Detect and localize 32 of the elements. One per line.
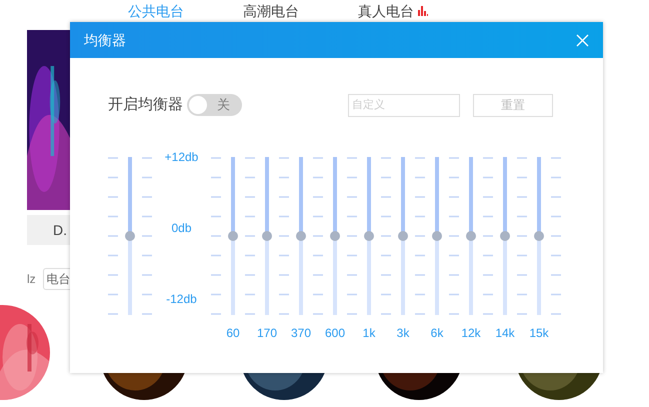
band-label: 1k [362, 325, 376, 342]
band-label: 600 [324, 325, 346, 342]
equalizer-bars-icon [418, 6, 428, 16]
filter-label: lz [27, 271, 36, 288]
slider-thumb[interactable] [534, 231, 544, 241]
slider-thumb[interactable] [500, 231, 510, 241]
station-tab[interactable]: 高潮电台 [243, 0, 299, 22]
slider-thumb[interactable] [330, 231, 340, 241]
band-label: 12k [460, 325, 482, 342]
dialog-title: 均衡器 [84, 30, 126, 50]
slider-thumb[interactable] [398, 231, 408, 241]
close-icon[interactable] [576, 34, 589, 46]
slider-thumb[interactable] [466, 231, 476, 241]
band-label: 15k [528, 325, 550, 342]
slider-thumb[interactable] [228, 231, 238, 241]
scale-label: -12db [166, 291, 197, 307]
band-label: 370 [290, 325, 312, 342]
card-title: D. [53, 220, 67, 240]
slider-thumb[interactable] [296, 231, 306, 241]
band-label: 3k [396, 325, 410, 342]
band-label: 6k [430, 325, 444, 342]
station-tab[interactable]: 真人电台 [358, 0, 428, 22]
slider-thumb[interactable] [432, 231, 442, 241]
scale-label: +12db [164, 149, 198, 165]
band-label: 14k [494, 325, 516, 342]
enable-label: 开启均衡器 [108, 94, 183, 115]
slider-thumb[interactable] [125, 231, 135, 241]
slider-thumb[interactable] [262, 231, 272, 241]
slider-thumb[interactable] [364, 231, 374, 241]
band-label: 170 [256, 325, 278, 342]
band-label: 60 [225, 325, 241, 342]
scale-label: 0db [171, 220, 192, 236]
